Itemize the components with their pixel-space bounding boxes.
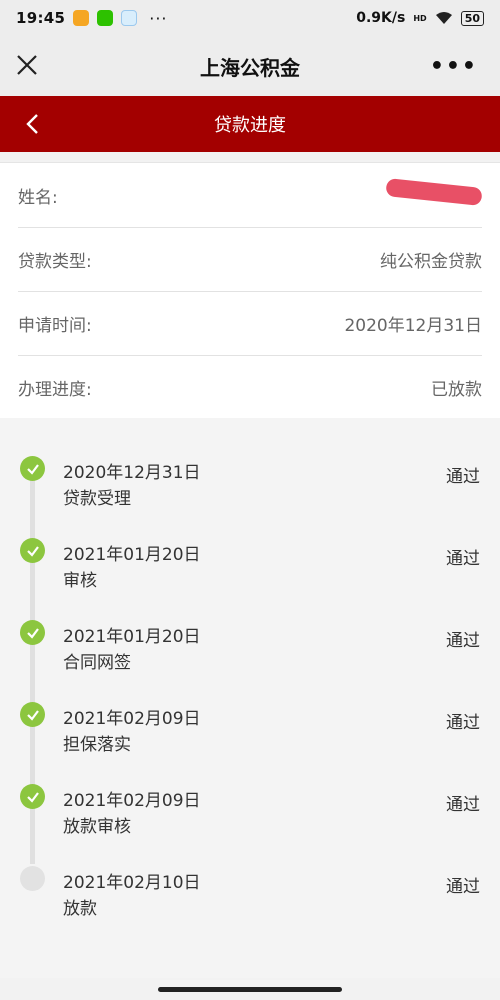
pending-dot-icon [20, 866, 45, 891]
status-left: 19:45 ··· [16, 0, 168, 36]
check-icon [20, 620, 45, 645]
page-header: 贷款进度 [0, 96, 500, 152]
timeline-step: 2021年02月09日 担保落实 通过 [0, 664, 500, 755]
timeline-step: 2021年02月09日 放款审核 通过 [0, 746, 500, 837]
notification-app-icon-2 [121, 10, 138, 26]
wechat-icon [97, 10, 114, 26]
home-indicator[interactable] [158, 987, 342, 992]
info-row-progress: 办理进度: 已放款 [18, 355, 482, 419]
step-status: 通过 [446, 549, 480, 569]
step-status: 通过 [446, 467, 480, 487]
step-status: 通过 [446, 877, 480, 897]
step-date: 2021年01月20日 [63, 545, 201, 565]
loan-info-card: 姓名: 贷款类型: 纯公积金贷款 申请时间: 2020年12月31日 办理进度:… [0, 162, 500, 420]
step-status: 通过 [446, 713, 480, 733]
redacted-name-mark [385, 178, 483, 206]
step-date: 2021年02月09日 [63, 791, 201, 811]
step-date: 2021年02月09日 [63, 709, 201, 729]
step-date: 2021年01月20日 [63, 627, 201, 647]
apply-time-label: 申请时间: [18, 315, 92, 336]
back-icon[interactable] [20, 111, 46, 137]
step-status: 通过 [446, 795, 480, 815]
nav-bar: 上海公积金 ••• [0, 36, 500, 96]
step-status: 通过 [446, 631, 480, 651]
status-bar: 19:45 ··· 0.9K/s HD 50 [0, 0, 500, 36]
check-icon [20, 784, 45, 809]
check-icon [20, 702, 45, 727]
more-options-button[interactable]: ••• [430, 54, 478, 79]
notification-app-icon [73, 10, 90, 26]
close-icon[interactable] [14, 52, 40, 78]
more-notifications-icon: ··· [149, 8, 168, 28]
status-time: 19:45 [16, 9, 66, 27]
step-name: 放款 [63, 899, 97, 919]
progress-timeline: 2020年12月31日 贷款受理 通过 2021年01月20日 审核 通过 20… [0, 418, 500, 978]
step-date: 2020年12月31日 [63, 463, 201, 483]
progress-label: 办理进度: [18, 379, 92, 400]
battery-icon: 50 [460, 10, 484, 26]
progress-value: 已放款 [431, 379, 482, 400]
timeline-step: 2021年01月20日 审核 通过 [0, 500, 500, 591]
apply-time-value: 2020年12月31日 [344, 315, 482, 336]
loan-type-value: 纯公积金贷款 [380, 251, 482, 272]
wifi-icon [435, 12, 452, 24]
step-date: 2021年02月10日 [63, 873, 201, 893]
hd-icon: HD [413, 13, 427, 23]
timeline-step: 2020年12月31日 贷款受理 通过 [0, 418, 500, 509]
info-row-loan-type: 贷款类型: 纯公积金贷款 [18, 227, 482, 292]
page-title: 贷款进度 [214, 115, 286, 136]
name-label: 姓名: [18, 187, 58, 208]
check-icon [20, 456, 45, 481]
info-row-name: 姓名: [18, 163, 483, 228]
check-icon [20, 538, 45, 563]
loan-type-label: 贷款类型: [18, 251, 92, 272]
timeline-step: 2021年01月20日 合同网签 通过 [0, 582, 500, 673]
status-right: 0.9K/s HD 50 [356, 0, 484, 36]
network-speed: 0.9K/s [356, 10, 406, 26]
info-row-apply-time: 申请时间: 2020年12月31日 [18, 291, 482, 356]
timeline-step: 2021年02月10日 放款 通过 [0, 828, 500, 919]
nav-title: 上海公积金 [200, 55, 300, 80]
